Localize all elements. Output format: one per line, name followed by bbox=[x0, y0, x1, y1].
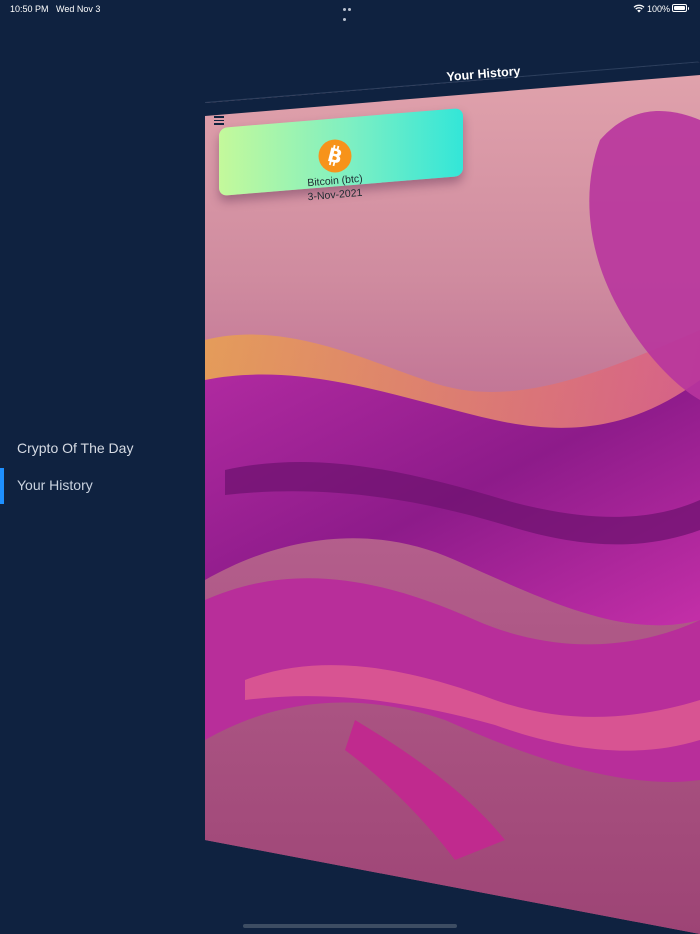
hamburger-icon[interactable] bbox=[214, 116, 224, 125]
menu-item-your-history[interactable]: Your History bbox=[0, 467, 200, 504]
status-date: Wed Nov 3 bbox=[56, 4, 101, 14]
bitcoin-icon: B bbox=[318, 139, 352, 173]
menu-item-crypto-of-the-day[interactable]: Crypto Of The Day bbox=[0, 430, 200, 467]
home-indicator[interactable] bbox=[243, 924, 457, 928]
status-time: 10:50 PM bbox=[10, 4, 49, 14]
history-card-content: B Bitcoin (btc) 3-Nov-2021 bbox=[219, 128, 463, 203]
side-menu: Crypto Of The Day Your History bbox=[0, 430, 200, 504]
menu-item-label: Your History bbox=[17, 477, 93, 493]
menu-item-label: Crypto Of The Day bbox=[17, 440, 134, 456]
app-screen: 10:50 PM Wed Nov 3 100% Crypto Of The Da… bbox=[0, 0, 700, 934]
